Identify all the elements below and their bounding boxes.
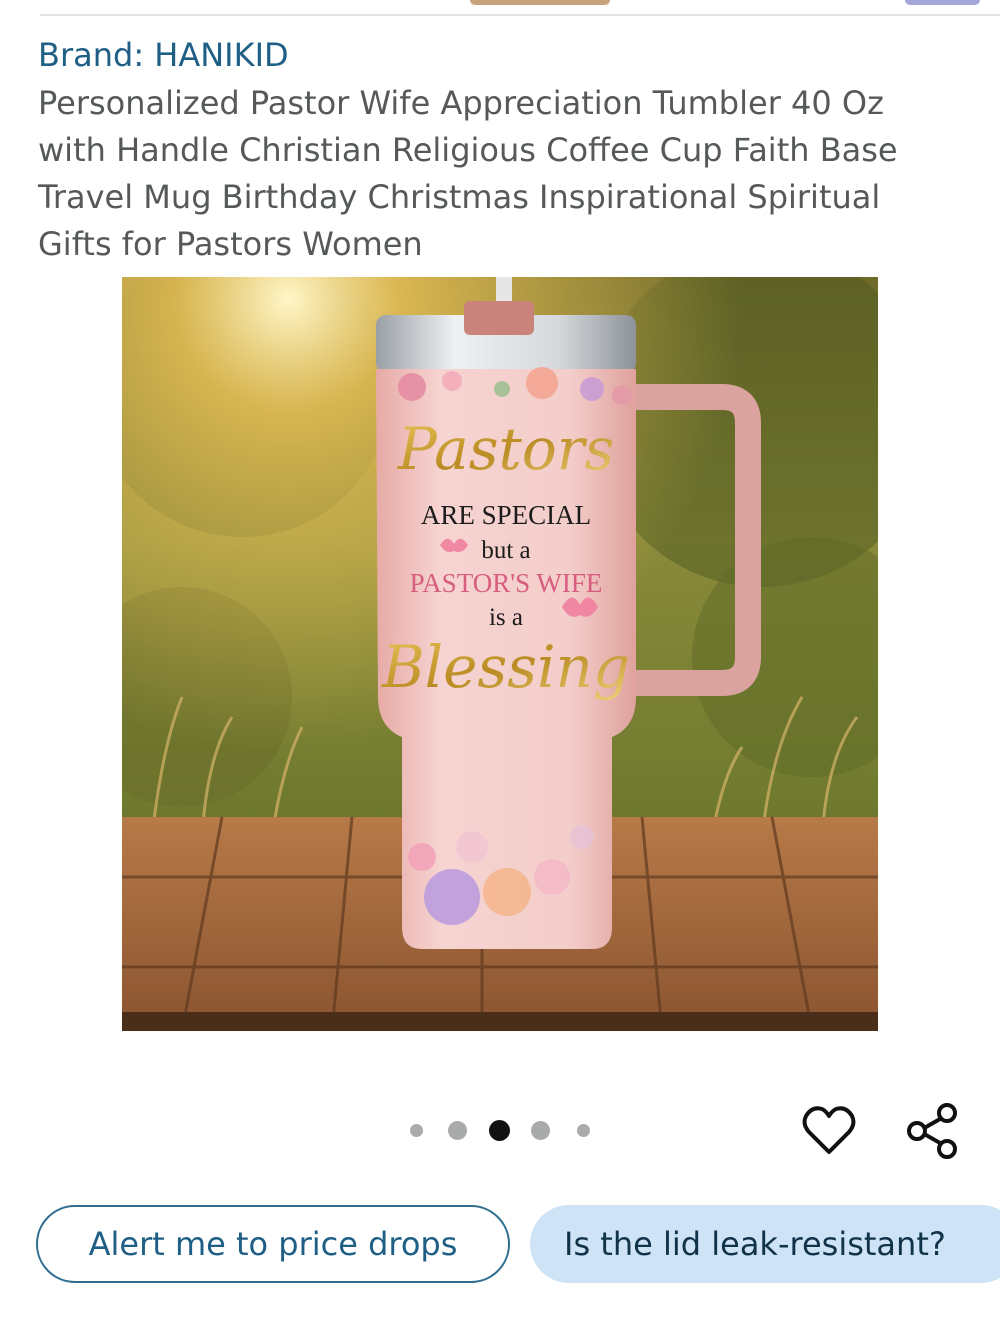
tumbler-text-pastors-wife: PASTOR'S WIFE <box>410 568 603 598</box>
product-image[interactable]: Pastors ARE SPECIAL but a PASTOR'S WIFE … <box>122 277 878 1031</box>
thumbnail-edge <box>905 0 980 5</box>
heart-icon <box>802 1106 856 1154</box>
thumbnail-edge <box>470 0 610 5</box>
tumbler-text-is-a: is a <box>489 604 523 631</box>
share-icon <box>907 1103 957 1159</box>
carousel-dot-active[interactable] <box>489 1120 510 1141</box>
carousel-indicator[interactable] <box>400 1116 600 1146</box>
tumbler-text-pastors: Pastors <box>397 415 614 483</box>
price-alert-button[interactable]: Alert me to price drops <box>36 1205 510 1283</box>
brand-link[interactable]: Brand: HANIKID <box>38 34 289 76</box>
product-title: Personalized Pastor Wife Appreciation Tu… <box>38 84 898 263</box>
question-chip-button[interactable]: Is the lid leak-resistant? <box>530 1205 1000 1283</box>
carousel-dot[interactable] <box>410 1124 423 1137</box>
carousel-dot[interactable] <box>448 1121 467 1140</box>
share-button[interactable] <box>903 1101 963 1161</box>
tumbler-text-are-special: ARE SPECIAL <box>421 500 591 530</box>
previous-section-edge <box>0 0 1000 18</box>
favorite-button[interactable] <box>800 1102 858 1160</box>
divider <box>40 14 1000 16</box>
carousel-dot[interactable] <box>531 1121 550 1140</box>
tumbler-text-but-a: but a <box>481 537 530 564</box>
carousel-dot[interactable] <box>577 1124 590 1137</box>
tumbler-text-blessing: Blessing <box>381 633 630 701</box>
